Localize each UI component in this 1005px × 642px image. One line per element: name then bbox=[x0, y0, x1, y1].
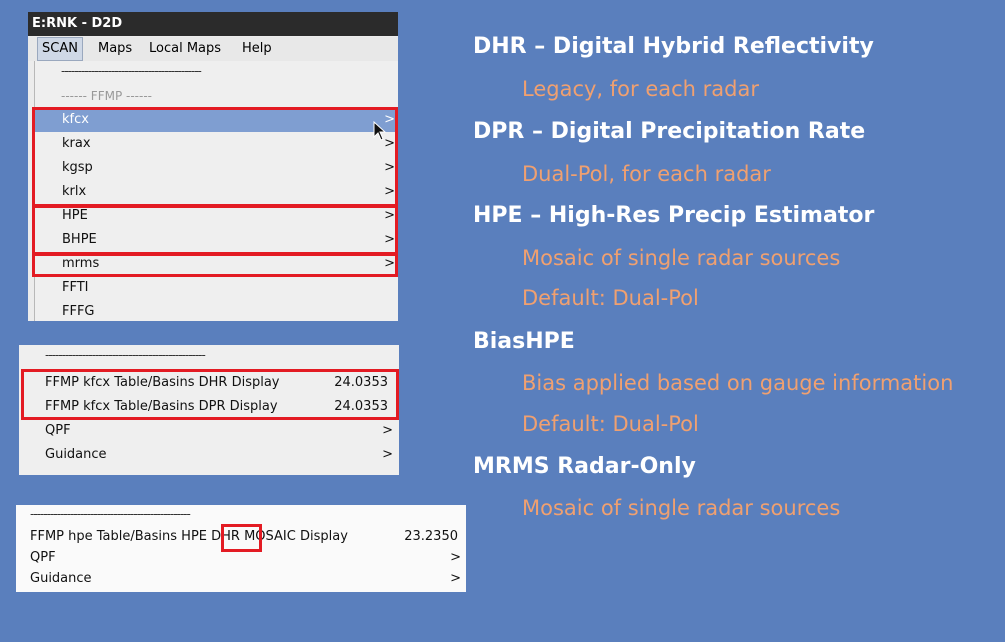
menu-maps[interactable]: Maps bbox=[98, 37, 132, 61]
note-sub-mrms: Mosaic of single radar sources bbox=[522, 496, 841, 520]
highlight-mrms-box bbox=[32, 253, 398, 277]
highlight-hpe-box bbox=[32, 205, 398, 255]
scan-menu-screenshot: E:RNK - D2D SCAN Maps Local Maps Help --… bbox=[28, 12, 398, 321]
note-sub-dpr: Dual-Pol, for each radar bbox=[522, 162, 771, 186]
chevron-right-icon: > bbox=[382, 447, 393, 462]
menu-item-label: Guidance bbox=[45, 447, 107, 462]
menu-item-label: FFFG bbox=[62, 304, 95, 319]
chevron-right-icon: > bbox=[450, 571, 461, 586]
hpe-submenu-screenshot: ----------------------------------------… bbox=[16, 505, 466, 592]
note-sub-hpe-2: Default: Dual-Pol bbox=[522, 286, 699, 310]
menu-help[interactable]: Help bbox=[242, 37, 272, 61]
note-sub-dhr: Legacy, for each radar bbox=[522, 77, 759, 101]
menu-item-label: Guidance bbox=[30, 571, 92, 586]
highlight-radars-box bbox=[32, 107, 398, 207]
menubar: SCAN Maps Local Maps Help bbox=[28, 37, 398, 61]
menu-item-qpf[interactable]: QPF > bbox=[19, 419, 399, 443]
menu-item-guidance[interactable]: Guidance > bbox=[19, 443, 399, 467]
separator: ----------------------------------------… bbox=[45, 348, 206, 362]
menu-local-maps[interactable]: Local Maps bbox=[149, 37, 221, 61]
note-heading-dhr: DHR – Digital Hybrid Reflectivity bbox=[473, 34, 874, 59]
note-sub-biashpe-1: Bias applied based on gauge information bbox=[522, 371, 954, 395]
note-heading-biashpe: BiasHPE bbox=[473, 329, 575, 354]
note-sub-hpe-1: Mosaic of single radar sources bbox=[522, 246, 841, 270]
note-heading-mrms: MRMS Radar-Only bbox=[473, 454, 696, 479]
menu-item-guidance[interactable]: Guidance > bbox=[16, 567, 466, 591]
note-heading-hpe: HPE – High-Res Precip Estimator bbox=[473, 203, 875, 228]
separator: ----------------------------------------… bbox=[30, 507, 191, 521]
note-heading-dpr: DPR – Digital Precipitation Rate bbox=[473, 119, 866, 144]
highlight-dhr-box bbox=[221, 524, 262, 552]
ffmp-section-label: ------ FFMP ------ bbox=[61, 89, 152, 103]
menu-scan[interactable]: SCAN bbox=[37, 37, 83, 61]
separator: ----------------------------------------… bbox=[61, 64, 202, 78]
menu-item-fffg[interactable]: FFFG bbox=[35, 300, 398, 321]
kfcx-submenu-screenshot: ----------------------------------------… bbox=[19, 345, 399, 475]
menu-item-label: FFTI bbox=[62, 280, 89, 295]
note-sub-biashpe-2: Default: Dual-Pol bbox=[522, 412, 699, 436]
window-title: E:RNK - D2D bbox=[28, 12, 398, 36]
menu-item-ffti[interactable]: FFTI bbox=[35, 276, 398, 300]
chevron-right-icon: > bbox=[382, 423, 393, 438]
menu-item-label: QPF bbox=[45, 423, 71, 438]
highlight-display-box bbox=[21, 369, 399, 420]
